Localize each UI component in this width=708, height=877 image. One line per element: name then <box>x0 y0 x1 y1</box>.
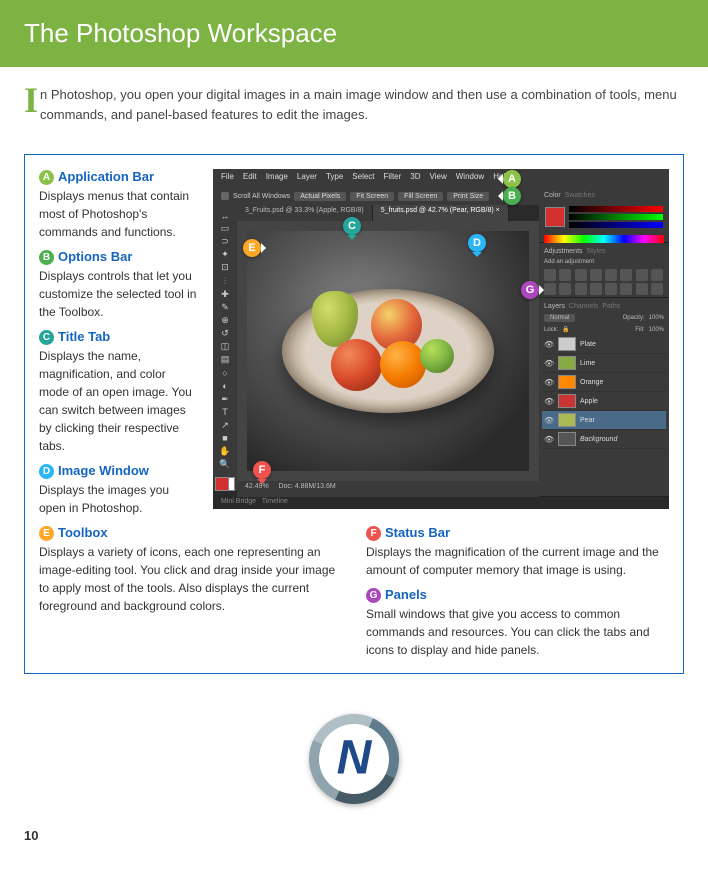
lasso-tool-icon: ⊃ <box>216 236 234 247</box>
ps-bottom-bar: Mini Bridge Timeline <box>213 497 669 509</box>
lower-left-column: EToolbox Displays a variety of icons, ea… <box>39 525 342 659</box>
layer-row: 👁Lime <box>542 354 666 373</box>
desc-e: Displays a variety of icons, each one re… <box>39 543 342 615</box>
layer-row-active: 👁Pear <box>542 411 666 430</box>
ps-panels: Color Swatches Adjustments Styles Add an… <box>539 187 669 497</box>
marker-a: A <box>503 170 521 188</box>
blur-tool-icon: ○ <box>216 367 234 378</box>
crop-tool-icon: ⊡ <box>216 262 234 273</box>
dropcap: I <box>24 85 38 115</box>
type-tool-icon: T <box>216 407 234 418</box>
logo-letter: N <box>337 731 372 786</box>
desc-c: Displays the name, magnification, and co… <box>39 347 199 455</box>
plate-graphic <box>282 289 494 414</box>
left-column: AApplication Bar Displays menus that con… <box>39 169 199 517</box>
page-title: The Photoshop Workspace <box>24 18 684 49</box>
fill-screen-button: Fill Screen <box>398 192 443 201</box>
gradient-tool-icon: ▤ <box>216 354 234 365</box>
photoshop-screenshot: FileEditImageLayerTypeSelectFilter3DView… <box>213 169 669 509</box>
bullet-d: D <box>39 464 54 479</box>
fg-bg-color <box>215 477 235 491</box>
eraser-tool-icon: ◫ <box>216 341 234 352</box>
desc-f: Displays the magnification of the curren… <box>366 543 669 579</box>
marker-g: G <box>521 281 539 299</box>
lime-graphic <box>420 339 454 374</box>
layers-panel: Layers Channels Paths NormalOpacity:100%… <box>539 298 669 497</box>
label-e: EToolbox <box>39 525 342 541</box>
desc-d: Displays the images you open in Photosho… <box>39 481 199 517</box>
content-box: AApplication Bar Displays menus that con… <box>24 154 684 674</box>
title-tab-active: 5_fruits.psd @ 42.7% (Pear, RGB/8) × <box>373 205 509 221</box>
bullet-b: B <box>39 250 54 265</box>
ps-toolbox: ↔ ▭ ⊃ ✦ ⊡ ⫶ ✚ ✎ ⊕ ↺ ◫ ▤ ○ ◐ ✒ T ↗ <box>213 205 237 491</box>
ps-image-window <box>237 221 539 481</box>
label-g: GPanels <box>366 587 669 603</box>
shape-tool-icon: ■ <box>216 433 234 444</box>
marker-f: F <box>253 461 271 479</box>
pen-tool-icon: ✒ <box>216 394 234 405</box>
marker-e: E <box>243 239 261 257</box>
print-size-button: Print Size <box>447 192 489 201</box>
adjustments-panel: Adjustments Styles Add an adjustment <box>539 243 669 298</box>
label-a: AApplication Bar <box>39 169 199 185</box>
orange-graphic <box>380 341 427 388</box>
desc-b: Displays controls that let you customize… <box>39 267 199 321</box>
desc-a: Displays menus that contain most of Phot… <box>39 187 199 241</box>
dodge-tool-icon: ◐ <box>216 380 234 391</box>
bullet-e: E <box>39 526 54 541</box>
desc-g: Small windows that give you access to co… <box>366 605 669 659</box>
layer-row: 👁Background <box>542 430 666 449</box>
bullet-g: G <box>366 588 381 603</box>
hand-tool-icon <box>221 192 229 200</box>
layer-row: 👁Plate <box>542 335 666 354</box>
hand-tool-icon: ✋ <box>216 446 234 457</box>
apple2-graphic <box>331 339 382 391</box>
stamp-tool-icon: ⊕ <box>216 315 234 326</box>
marker-d: D <box>468 234 486 252</box>
label-d: DImage Window <box>39 463 199 479</box>
heal-tool-icon: ✚ <box>216 289 234 300</box>
bullet-f: F <box>366 526 381 541</box>
marquee-tool-icon: ▭ <box>216 223 234 234</box>
page-header: The Photoshop Workspace <box>0 0 708 67</box>
intro-text: n Photoshop, you open your digital image… <box>40 87 677 122</box>
intro-paragraph: I n Photoshop, you open your digital ima… <box>0 67 708 144</box>
wand-tool-icon: ✦ <box>216 249 234 260</box>
eyedropper-tool-icon: ⫶ <box>216 276 234 287</box>
ps-menubar: FileEditImageLayerTypeSelectFilter3DView… <box>213 169 669 187</box>
logo: N <box>309 714 399 804</box>
marker-c: C <box>343 217 361 235</box>
history-brush-icon: ↺ <box>216 328 234 339</box>
color-panel: Color Swatches <box>539 187 669 243</box>
actual-pixels-button: Actual Pixels <box>294 192 346 201</box>
bullet-c: C <box>39 330 54 345</box>
zoom-tool-icon: 🔍 <box>216 459 234 470</box>
page-number: 10 <box>0 824 708 855</box>
layer-row: 👁Apple <box>542 392 666 411</box>
ps-tab-bar: 3_Fruits.psd @ 33.3% (Apple, RGB/8) 5_fr… <box>237 205 539 221</box>
fit-screen-button: Fit Screen <box>350 192 394 201</box>
ps-status-bar: 42.49% Doc: 4.88M/13.6M <box>237 481 539 497</box>
lower-right-column: FStatus Bar Displays the magnification o… <box>366 525 669 659</box>
brush-tool-icon: ✎ <box>216 302 234 313</box>
marker-b: B <box>503 187 521 205</box>
move-tool-icon: ↔ <box>216 210 234 221</box>
bullet-a: A <box>39 170 54 185</box>
label-b: BOptions Bar <box>39 249 199 265</box>
path-tool-icon: ↗ <box>216 420 234 431</box>
label-c: CTitle Tab <box>39 329 199 345</box>
logo-area: N <box>0 694 708 824</box>
label-f: FStatus Bar <box>366 525 669 541</box>
layer-row: 👁Orange <box>542 373 666 392</box>
color-swatch <box>545 207 565 227</box>
image-content <box>247 231 529 471</box>
right-column: FileEditImageLayerTypeSelectFilter3DView… <box>213 169 669 517</box>
